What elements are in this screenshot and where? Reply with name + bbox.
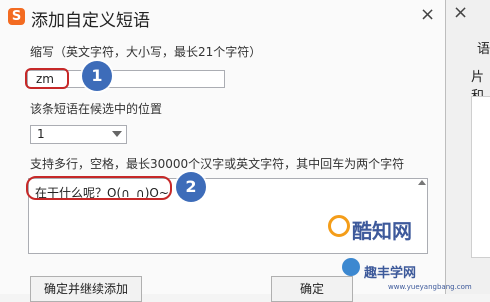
dialog-titlebar: S 添加自定义短语 × [0,0,446,36]
background-text-1: 语 [477,42,490,57]
scroll-up-arrow-icon[interactable] [418,180,426,185]
close-icon[interactable]: × [420,4,435,25]
position-select[interactable]: 1 [30,125,127,144]
watermark-brand-1: 酷知网 [352,219,412,243]
phrase-label: 支持多行，空格，最长30000个汉字或英文字符，其中回车为两个字符 [30,157,405,171]
position-select-value: 1 [37,127,45,141]
watermark-logo-icon [328,215,350,237]
phrase-text: 在干什么呢？O(∩_∩)O~ [35,186,169,200]
confirm-and-continue-button[interactable]: 确定并继续添加 [30,276,142,302]
step-badge-1: 1 [82,61,112,91]
dialog-title: 添加自定义短语 [31,11,150,31]
watermark-url: www.yueyangbang.com [388,283,472,291]
background-panel [471,96,490,258]
abbr-label: 缩写（英文字符，大小写，最长21个字符） [30,45,262,59]
chevron-down-icon [112,131,122,137]
step-badge-2: 2 [176,172,206,202]
abbr-input[interactable]: zm [27,70,225,88]
watermark-globe-icon [342,258,360,276]
watermark-brand-2: 趣丰学网 [364,266,417,281]
confirm-button[interactable]: 确定 [271,276,353,302]
add-custom-phrase-dialog: S 添加自定义短语 × 缩写（英文字符，大小写，最长21个字符） zm 1 该条… [0,0,446,302]
sogou-logo-icon: S [8,8,25,25]
background-close-icon[interactable]: × [453,2,468,23]
position-label: 该条短语在候选中的位置 [30,102,163,116]
